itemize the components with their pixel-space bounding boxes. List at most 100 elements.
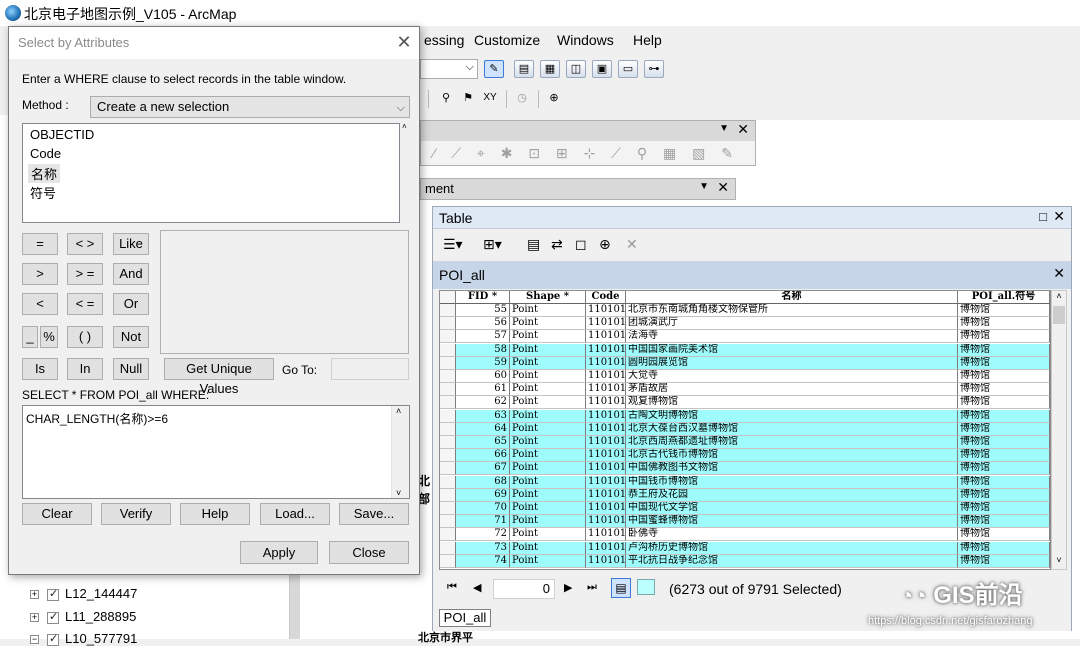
- table-options-icon[interactable]: ☰▾: [443, 236, 463, 253]
- save-button[interactable]: Save...: [339, 503, 409, 525]
- scrollbar-thumb[interactable]: [1053, 306, 1065, 324]
- row-header-cell[interactable]: [440, 304, 456, 317]
- editor-toolbar-icon[interactable]: ✎: [484, 60, 504, 78]
- row-header-cell[interactable]: [440, 475, 456, 489]
- column-header-name[interactable]: 名称: [626, 291, 958, 304]
- row-header-cell[interactable]: [440, 356, 456, 370]
- toolbar-menu-icon[interactable]: ▼: [719, 123, 729, 134]
- row-header-cell[interactable]: [440, 554, 456, 568]
- field-item[interactable]: 符号: [30, 183, 56, 202]
- get-unique-values-button[interactable]: Get Unique Values: [164, 358, 274, 396]
- row-header-cell[interactable]: [440, 541, 456, 555]
- scroll-up-icon[interactable]: ˄: [396, 406, 401, 416]
- row-header-cell[interactable]: [440, 409, 456, 423]
- row-header-cell[interactable]: [440, 488, 456, 502]
- magnifier-icon[interactable]: ⊕: [544, 90, 564, 108]
- operator-percent-button[interactable]: %: [40, 326, 58, 348]
- operator-parentheses-button[interactable]: ( ): [67, 326, 103, 348]
- show-all-records-icon[interactable]: ▤: [611, 578, 631, 598]
- column-header-fid[interactable]: FID *: [456, 291, 510, 304]
- last-record-icon[interactable]: ⏭: [587, 581, 597, 594]
- operator-and-button[interactable]: And: [113, 263, 149, 285]
- table-row[interactable]: 68 Point 110101 中国钱币博物馆 博物馆: [440, 475, 1050, 489]
- menu-windows[interactable]: Windows: [557, 32, 614, 48]
- table-row[interactable]: 63 Point 110101 古陶文明博物馆 博物馆: [440, 409, 1050, 423]
- toolbar-titlebar[interactable]: ▼ ✕: [421, 121, 755, 141]
- dialog-titlebar[interactable]: Select by Attributes ✕: [9, 27, 419, 59]
- row-header-cell[interactable]: [440, 383, 456, 397]
- operator-null-button[interactable]: Null: [113, 358, 149, 380]
- table-row[interactable]: 74 Point 110101 平北抗日战争纪念馆 博物馆: [440, 554, 1050, 568]
- arctoolbox-icon[interactable]: ▣: [592, 60, 612, 78]
- expand-icon[interactable]: +: [30, 590, 39, 600]
- sql-expression-textarea[interactable]: CHAR_LENGTH(名称)>=6: [22, 405, 410, 499]
- expand-icon[interactable]: −: [30, 635, 39, 645]
- catalog-icon[interactable]: ▦: [540, 60, 560, 78]
- table-titlebar[interactable]: Table □ ✕: [433, 207, 1071, 229]
- table-row[interactable]: 65 Point 110101 北京西周燕都遗址博物馆 博物馆: [440, 436, 1050, 449]
- row-header-cell[interactable]: [440, 462, 456, 476]
- table-tab-poi-all[interactable]: POI_all: [439, 609, 491, 627]
- operator-less-equal-button[interactable]: < =: [67, 293, 103, 315]
- row-header-cell[interactable]: [440, 422, 456, 436]
- first-record-icon[interactable]: ⏮: [447, 581, 457, 594]
- table-row[interactable]: 56 Point 110101 团城演武厅 博物馆: [440, 317, 1050, 331]
- operator-greater-equal-button[interactable]: > =: [67, 263, 103, 285]
- close-icon[interactable]: ✕: [1053, 265, 1065, 282]
- fields-listbox[interactable]: OBJECTID Code 名称 符号: [22, 123, 400, 223]
- switch-selection-icon[interactable]: ⇄: [551, 236, 563, 253]
- operator-not-button[interactable]: Not: [113, 326, 149, 348]
- operator-in-button[interactable]: In: [67, 358, 103, 380]
- field-item-selected[interactable]: 名称: [28, 164, 61, 183]
- layer-visibility-checkbox[interactable]: [47, 610, 59, 624]
- table-row[interactable]: 59 Point 110101 圆明园展览馆 博物馆: [440, 356, 1050, 370]
- model-builder-icon[interactable]: ⊶: [644, 60, 664, 78]
- close-icon[interactable]: ✕: [1053, 208, 1065, 225]
- table-vertical-scrollbar[interactable]: ˄ ˅: [1051, 290, 1067, 570]
- scroll-down-icon[interactable]: ˅: [396, 488, 401, 498]
- row-header-cell[interactable]: [440, 370, 456, 383]
- row-header-cell[interactable]: [440, 317, 456, 331]
- table-row[interactable]: 71 Point 110101 中国蜜蜂博物馆 博物馆: [440, 515, 1050, 529]
- search-window-icon[interactable]: ◫: [566, 60, 586, 78]
- table-row[interactable]: 66 Point 110101 北京古代钱币博物馆 博物馆: [440, 449, 1050, 463]
- toolbar-titlebar[interactable]: ment ▼ ✕: [421, 179, 735, 199]
- toolbar-menu-icon[interactable]: ▼: [699, 181, 709, 192]
- close-button[interactable]: Close: [329, 541, 409, 564]
- field-item[interactable]: Code: [30, 146, 61, 161]
- help-button[interactable]: Help: [180, 503, 250, 525]
- zoom-to-selected-icon[interactable]: ⊕: [599, 236, 611, 253]
- sql-scrollbar[interactable]: ˄ ˅: [391, 406, 409, 498]
- menu-geoprocessing[interactable]: essing: [424, 32, 464, 48]
- table-row[interactable]: 69 Point 110101 恭王府及花园 博物馆: [440, 488, 1050, 502]
- goto-xy-icon[interactable]: XY: [480, 90, 500, 108]
- table-row[interactable]: 57 Point 110101 法海寺 博物馆: [440, 330, 1050, 344]
- row-header-cell[interactable]: [440, 515, 456, 529]
- find-route-icon[interactable]: ⚑: [458, 90, 478, 108]
- load-button[interactable]: Load...: [260, 503, 330, 525]
- binoculars-find-icon[interactable]: ⚲: [436, 90, 456, 108]
- record-number-input[interactable]: 0: [493, 579, 555, 599]
- show-selected-records-icon[interactable]: [637, 579, 655, 595]
- python-window-icon[interactable]: ▭: [618, 60, 638, 78]
- scroll-up-icon[interactable]: ˄: [1052, 291, 1066, 305]
- apply-button[interactable]: Apply: [240, 541, 318, 564]
- toc-layer-l12[interactable]: + L12_144447: [30, 586, 137, 601]
- clear-button[interactable]: Clear: [22, 503, 92, 525]
- column-header-shape[interactable]: Shape *: [510, 291, 586, 304]
- row-header-cell[interactable]: [440, 396, 456, 410]
- related-tables-icon[interactable]: ⊞▾: [483, 236, 502, 253]
- table-row[interactable]: 64 Point 110101 北京大葆台西汉墓博物馆 博物馆: [440, 422, 1050, 436]
- method-dropdown[interactable]: Create a new selection ⌵: [90, 96, 410, 118]
- row-header-cell[interactable]: [440, 330, 456, 344]
- operator-equals-button[interactable]: =: [22, 233, 58, 255]
- scale-dropdown[interactable]: ⌵: [420, 59, 478, 79]
- previous-record-icon[interactable]: ◀: [473, 581, 481, 594]
- row-header-cell[interactable]: [440, 449, 456, 463]
- table-row[interactable]: 55 Point 110101 北京市东南城角角楼文物保管所 博物馆: [440, 304, 1050, 317]
- row-header-cell[interactable]: [440, 343, 456, 357]
- menu-help[interactable]: Help: [633, 32, 662, 48]
- close-icon[interactable]: ✕: [717, 179, 729, 196]
- operator-like-button[interactable]: Like: [113, 233, 149, 255]
- close-icon[interactable]: ✕: [737, 121, 749, 138]
